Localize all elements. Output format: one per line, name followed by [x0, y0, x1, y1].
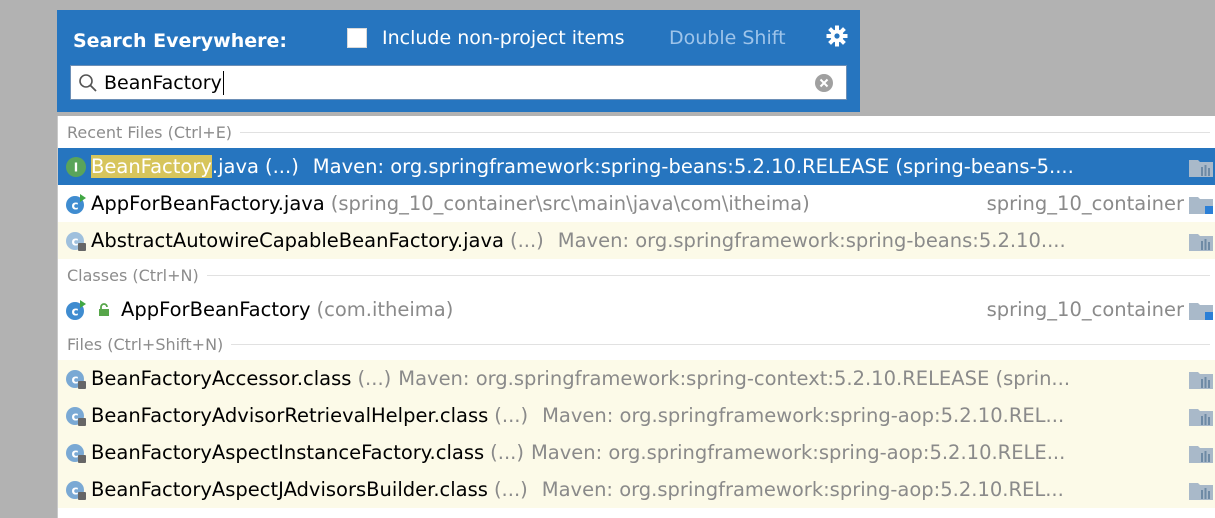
- result-location: Maven: org.springframework:spring-beans:…: [312, 155, 1074, 178]
- result-location: Maven: org.springframework:spring-beans:…: [557, 229, 1066, 252]
- result-location: Maven: org.springframework:spring-aop:5.…: [530, 441, 1066, 464]
- group-label: Recent Files (Ctrl+E): [67, 122, 233, 142]
- result-detail: (...): [264, 155, 299, 178]
- result-name: BeanFactoryAspectJAdvisorsBuilder.class: [91, 478, 488, 501]
- result-row[interactable]: c AbstractAutowireCapableBeanFactory.jav…: [58, 222, 1215, 259]
- result-row[interactable]: I BeanFactory .java (...) Maven: org.spr…: [58, 148, 1215, 185]
- include-non-project-checkbox[interactable]: [347, 28, 367, 48]
- result-row[interactable]: c BeanFactoryAccessor.class (...) Maven:…: [58, 360, 1215, 397]
- result-row[interactable]: c AppForBeanFactory (com.itheima) spring…: [58, 291, 1215, 328]
- svg-text:c: c: [71, 409, 78, 423]
- result-detail: (...): [509, 229, 544, 252]
- result-name: AbstractAutowireCapableBeanFactory.java: [91, 229, 504, 252]
- library-folder-icon: [1189, 372, 1213, 389]
- result-detail: (spring_10_container\src\main\java\com\i…: [330, 192, 810, 215]
- gear-icon[interactable]: [825, 24, 849, 48]
- group-label: Classes (Ctrl+N): [67, 265, 199, 285]
- include-non-project-label[interactable]: Include non-project items: [382, 27, 625, 49]
- result-row[interactable]: c BeanFactoryAspectInstanceFactory.class…: [58, 434, 1215, 471]
- module-name: spring_10_container: [986, 298, 1184, 321]
- search-everywhere-header: Search Everywhere: Include non-project i…: [57, 10, 860, 112]
- library-folder-icon: [1189, 483, 1213, 500]
- result-name: BeanFactoryAdvisorRetrievalHelper.class: [91, 404, 489, 427]
- result-location: Maven: org.springframework:spring-contex…: [398, 367, 1071, 390]
- result-name: BeanFactoryAccessor.class: [91, 367, 352, 390]
- result-row[interactable]: c AppForBeanFactory.java (spring_10_cont…: [58, 185, 1215, 222]
- result-row[interactable]: c BeanFactoryAspectJAdvisorsBuilder.clas…: [58, 471, 1215, 508]
- result-name: AppForBeanFactory.java: [91, 192, 325, 215]
- result-location: Maven: org.springframework:spring-aop:5.…: [542, 404, 1065, 427]
- clear-icon[interactable]: [814, 73, 834, 93]
- match-highlight: BeanFactory: [91, 155, 212, 178]
- search-icon: [79, 74, 97, 92]
- interface-icon: I: [66, 156, 86, 177]
- dialog-title: Search Everywhere:: [73, 30, 287, 52]
- compiled-class-icon: c: [66, 480, 86, 500]
- library-folder-icon: [1189, 160, 1213, 177]
- group-label: Files (Ctrl+Shift+N): [67, 334, 224, 354]
- module-folder-icon: [1189, 303, 1213, 320]
- result-name: AppForBeanFactory: [121, 298, 311, 321]
- result-detail: (...): [494, 404, 529, 427]
- library-folder-icon: [1189, 234, 1213, 251]
- search-input[interactable]: BeanFactory: [70, 65, 847, 100]
- class-runnable-icon: c: [66, 193, 86, 214]
- svg-text:c: c: [71, 372, 78, 386]
- result-detail: (com.itheima): [316, 298, 454, 321]
- result-detail: (...): [490, 441, 524, 464]
- svg-text:c: c: [71, 234, 78, 248]
- abstract-class-icon: c: [66, 231, 86, 251]
- group-separator: [231, 343, 1210, 345]
- result-detail: (...): [357, 367, 392, 390]
- search-query[interactable]: BeanFactory: [104, 71, 224, 95]
- result-row[interactable]: c BeanFactoryAdvisorRetrievalHelper.clas…: [58, 397, 1215, 434]
- result-location: Maven: org.springframework:spring-aop:5.…: [541, 478, 1064, 501]
- result-name-rest: .java: [211, 155, 259, 178]
- group-recent-files: Recent Files (Ctrl+E): [58, 116, 1215, 148]
- compiled-class-icon: c: [66, 369, 86, 389]
- result-detail: (...): [493, 478, 528, 501]
- svg-text:c: c: [71, 198, 78, 212]
- compiled-class-icon: c: [66, 443, 86, 463]
- library-folder-icon: [1189, 446, 1213, 463]
- shortcut-hint: Double Shift: [669, 27, 786, 49]
- public-lock-icon: [99, 302, 109, 316]
- svg-text:c: c: [71, 483, 78, 497]
- library-folder-icon: [1189, 409, 1213, 426]
- group-files: Files (Ctrl+Shift+N): [58, 328, 1215, 360]
- svg-text:c: c: [71, 304, 78, 318]
- group-separator: [206, 274, 1210, 276]
- module-name: spring_10_container: [986, 192, 1184, 215]
- group-separator: [240, 131, 1210, 133]
- svg-text:I: I: [74, 160, 78, 174]
- class-runnable-icon: c: [66, 299, 86, 320]
- compiled-class-icon: c: [66, 406, 86, 426]
- results-list: Recent Files (Ctrl+E) I BeanFactory .jav…: [57, 116, 1215, 518]
- group-classes: Classes (Ctrl+N): [58, 259, 1215, 291]
- svg-text:c: c: [71, 446, 78, 460]
- result-name: BeanFactoryAspectInstanceFactory.class: [91, 441, 485, 464]
- module-folder-icon: [1189, 197, 1213, 214]
